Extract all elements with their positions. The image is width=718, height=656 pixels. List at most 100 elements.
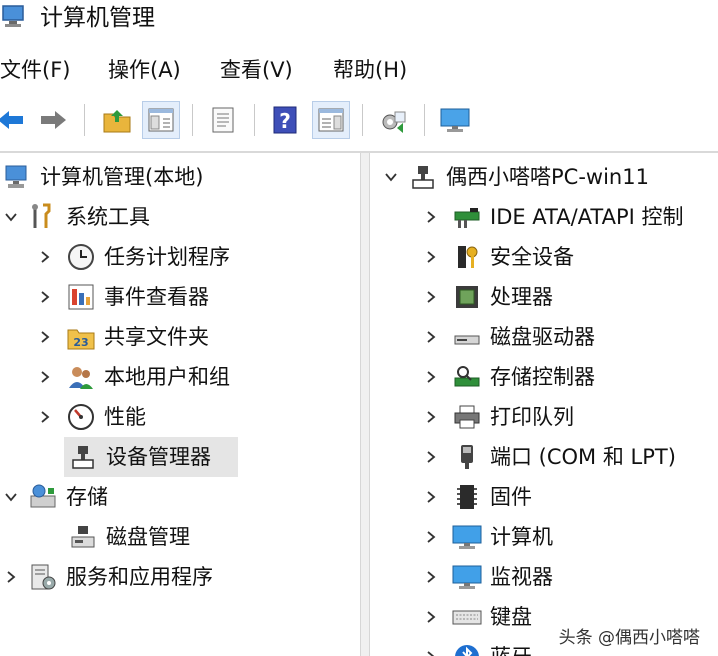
tree-item-label: 安全设备 xyxy=(490,245,574,269)
svg-text:?: ? xyxy=(279,109,291,133)
tree-item-computer-management-local[interactable]: 计算机管理(本地) xyxy=(0,157,203,197)
tree-item-task-scheduler[interactable]: 任务计划程序 xyxy=(34,237,230,277)
tree-item-label: 任务计划程序 xyxy=(104,245,230,269)
tree-item-label: 服务和应用程序 xyxy=(66,565,213,589)
device-category-computer[interactable]: 计算机 xyxy=(420,517,553,557)
back-arrow-icon[interactable] xyxy=(0,101,30,139)
device-category-keyboards[interactable]: 键盘 xyxy=(420,597,532,637)
shared-folder-icon: 23 xyxy=(64,320,98,354)
tree-item-label: 键盘 xyxy=(490,605,532,629)
properties-icon[interactable] xyxy=(204,101,242,139)
help-icon[interactable]: ? xyxy=(266,101,304,139)
disk-management-icon xyxy=(66,520,100,554)
menu-action[interactable]: 操作(A) xyxy=(108,56,181,84)
tree-item-label: 系统工具 xyxy=(66,205,150,229)
tree-item-label: 端口 (COM 和 LPT) xyxy=(490,445,676,469)
tree-item-label: 存储控制器 xyxy=(490,365,595,389)
chevron-right-icon[interactable] xyxy=(34,326,56,348)
chevron-right-icon[interactable] xyxy=(420,246,442,268)
tree-item-label: 磁盘管理 xyxy=(106,525,190,549)
device-category-security-devices[interactable]: 安全设备 xyxy=(420,237,574,277)
device-category-print-queues[interactable]: 打印队列 xyxy=(420,397,574,437)
chevron-right-icon[interactable] xyxy=(420,326,442,348)
device-category-ports[interactable]: 端口 (COM 和 LPT) xyxy=(420,437,676,477)
chevron-right-icon[interactable] xyxy=(420,286,442,308)
tree-item-label: 磁盘驱动器 xyxy=(490,325,595,349)
export-list-icon[interactable] xyxy=(374,101,412,139)
tree-item-label: 计算机 xyxy=(490,525,553,549)
chevron-right-icon[interactable] xyxy=(0,566,22,588)
device-category-ide-ata-atapi[interactable]: IDE ATA/ATAPI 控制 xyxy=(420,197,684,237)
tree-item-label: 固件 xyxy=(490,485,532,509)
tree-item-storage[interactable]: 存储 xyxy=(0,477,108,517)
chevron-down-icon[interactable] xyxy=(0,206,22,228)
tree-item-label: 打印队列 xyxy=(490,405,574,429)
tree-item-label: 事件查看器 xyxy=(104,285,209,309)
device-root-computer[interactable]: 偶西小嗒嗒PC-win11 xyxy=(380,157,649,197)
menu-file[interactable]: 文件(F) xyxy=(0,56,70,84)
tree-item-event-viewer[interactable]: 事件查看器 xyxy=(34,277,209,317)
tree-item-label: IDE ATA/ATAPI 控制 xyxy=(490,205,684,229)
svg-text:23: 23 xyxy=(73,336,88,349)
tree-item-label: 本地用户和组 xyxy=(104,365,230,389)
ide-controller-icon xyxy=(450,200,484,234)
device-category-disk-drives[interactable]: 磁盘驱动器 xyxy=(420,317,595,357)
bluetooth-icon xyxy=(450,640,484,656)
title-bar: 计算机管理 xyxy=(0,0,718,38)
chevron-down-icon[interactable] xyxy=(380,166,402,188)
security-device-icon xyxy=(450,240,484,274)
tree-item-services-applications[interactable]: 服务和应用程序 xyxy=(0,557,213,597)
tree-item-label: 蓝牙 xyxy=(490,643,532,656)
processor-icon xyxy=(450,280,484,314)
services-icon xyxy=(26,560,60,594)
tree-item-label: 监视器 xyxy=(490,565,553,589)
event-viewer-icon xyxy=(64,280,98,314)
chevron-right-icon[interactable] xyxy=(420,486,442,508)
menu-help[interactable]: 帮助(H) xyxy=(333,56,407,84)
device-category-processors[interactable]: 处理器 xyxy=(420,277,553,317)
tree-item-system-tools[interactable]: 系统工具 xyxy=(0,197,150,237)
tree-item-shared-folders[interactable]: 23 共享文件夹 xyxy=(34,317,209,357)
tree-item-device-manager[interactable]: 设备管理器 xyxy=(64,437,238,477)
toolbar-separator xyxy=(362,104,363,136)
computer-management-icon xyxy=(0,4,26,30)
printer-icon xyxy=(450,400,484,434)
device-category-storage-controllers[interactable]: 存储控制器 xyxy=(420,357,595,397)
computer-root-icon xyxy=(406,160,440,194)
toolbar-separator xyxy=(84,104,85,136)
users-icon xyxy=(64,360,98,394)
chevron-right-icon[interactable] xyxy=(420,606,442,628)
chevron-right-icon[interactable] xyxy=(34,286,56,308)
device-manager-icon xyxy=(66,440,100,474)
tree-item-disk-management[interactable]: 磁盘管理 xyxy=(64,517,190,557)
menu-view[interactable]: 查看(V) xyxy=(220,56,293,84)
toolbar-separator xyxy=(192,104,193,136)
tree-item-performance[interactable]: 性能 xyxy=(34,397,146,437)
chevron-right-icon[interactable] xyxy=(34,366,56,388)
chevron-right-icon[interactable] xyxy=(420,646,442,656)
up-folder-icon[interactable] xyxy=(98,101,136,139)
storage-icon xyxy=(26,480,60,514)
chevron-right-icon[interactable] xyxy=(420,446,442,468)
device-category-bluetooth[interactable]: 蓝牙 xyxy=(420,637,532,656)
toolbar-separator xyxy=(424,104,425,136)
chevron-right-icon[interactable] xyxy=(420,366,442,388)
chevron-right-icon[interactable] xyxy=(420,526,442,548)
tree-item-local-users-groups[interactable]: 本地用户和组 xyxy=(34,357,230,397)
device-category-monitors[interactable]: 监视器 xyxy=(420,557,553,597)
clock-icon xyxy=(64,240,98,274)
chevron-right-icon[interactable] xyxy=(420,566,442,588)
chevron-right-icon[interactable] xyxy=(420,406,442,428)
monitor-icon[interactable] xyxy=(436,101,474,139)
forward-arrow-icon[interactable] xyxy=(34,101,72,139)
show-action-pane-icon[interactable] xyxy=(312,101,350,139)
device-category-firmware[interactable]: 固件 xyxy=(420,477,532,517)
chevron-right-icon[interactable] xyxy=(34,246,56,268)
show-hide-console-tree-icon[interactable] xyxy=(142,101,180,139)
keyboard-icon xyxy=(450,600,484,634)
chevron-right-icon[interactable] xyxy=(420,206,442,228)
chevron-right-icon[interactable] xyxy=(34,406,56,428)
chevron-down-icon[interactable] xyxy=(0,486,22,508)
pane-splitter[interactable] xyxy=(360,153,370,656)
toolbar: ? xyxy=(0,95,718,145)
